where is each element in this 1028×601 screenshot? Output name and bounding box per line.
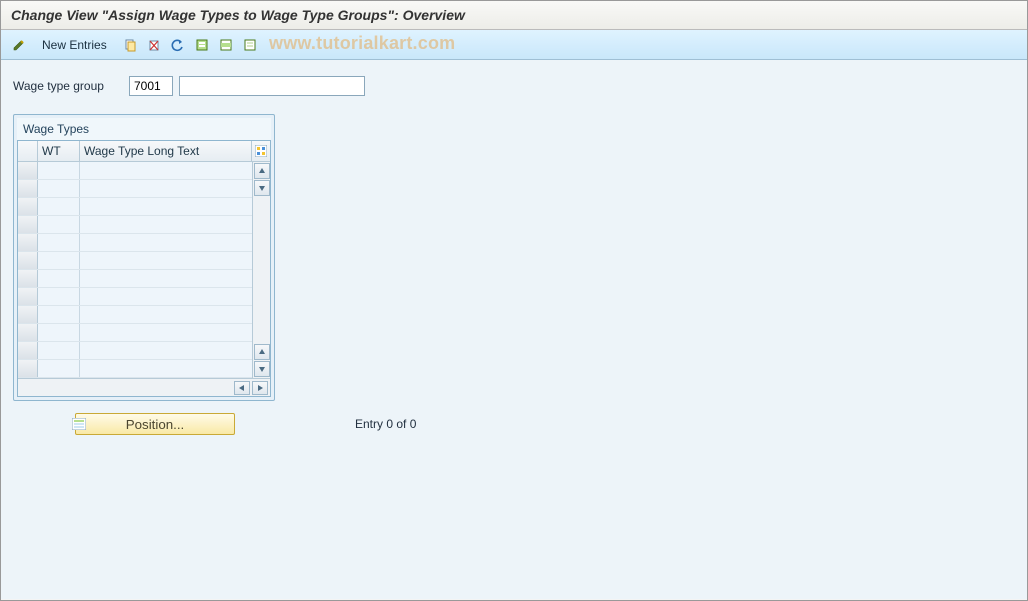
select-all-icon[interactable] xyxy=(192,35,212,55)
table-row[interactable] xyxy=(18,342,252,360)
toggle-display-change-icon[interactable] xyxy=(9,35,29,55)
scroll-down-small-icon[interactable] xyxy=(254,180,270,196)
table-row[interactable] xyxy=(18,252,252,270)
title-bar: Change View "Assign Wage Types to Wage T… xyxy=(1,1,1027,30)
horizontal-scrollbar[interactable] xyxy=(18,378,270,396)
table-row[interactable] xyxy=(18,288,252,306)
wage-types-panel: Wage Types WT Wage Type Long Text xyxy=(13,114,275,401)
table-row[interactable] xyxy=(18,324,252,342)
wage-types-panel-title: Wage Types xyxy=(17,118,271,140)
new-entries-button[interactable]: New Entries xyxy=(33,34,116,56)
wage-type-group-label: Wage type group xyxy=(13,79,123,93)
wage-type-group-row: Wage type group xyxy=(13,76,1015,96)
wage-type-group-desc-input[interactable] xyxy=(179,76,365,96)
delete-icon[interactable] xyxy=(144,35,164,55)
grid-column-wt[interactable]: WT xyxy=(38,141,80,161)
position-icon xyxy=(72,418,86,430)
scroll-up-small-icon[interactable] xyxy=(254,344,270,360)
grid-configure-icon[interactable] xyxy=(252,141,270,161)
grid-body xyxy=(18,162,252,378)
wage-types-grid: WT Wage Type Long Text xyxy=(17,140,271,397)
table-row[interactable] xyxy=(18,306,252,324)
table-row[interactable] xyxy=(18,234,252,252)
table-row[interactable] xyxy=(18,180,252,198)
table-row[interactable] xyxy=(18,270,252,288)
scroll-left-icon[interactable] xyxy=(234,381,250,395)
table-row[interactable] xyxy=(18,360,252,378)
scroll-up-icon[interactable] xyxy=(254,163,270,179)
grid-column-long-text[interactable]: Wage Type Long Text xyxy=(80,141,252,161)
page-title: Change View "Assign Wage Types to Wage T… xyxy=(11,7,1017,23)
undo-icon[interactable] xyxy=(168,35,188,55)
grid-header: WT Wage Type Long Text xyxy=(18,141,270,162)
table-row[interactable] xyxy=(18,216,252,234)
watermark: www.tutorialkart.com xyxy=(269,33,455,54)
entry-count-text: Entry 0 of 0 xyxy=(355,417,416,431)
copy-as-icon[interactable] xyxy=(120,35,140,55)
position-button[interactable]: Position... xyxy=(75,413,235,435)
vertical-scrollbar[interactable] xyxy=(252,162,270,378)
deselect-all-icon[interactable] xyxy=(240,35,260,55)
application-toolbar: New Entries www.tutorialkart.com xyxy=(1,30,1027,60)
table-row[interactable] xyxy=(18,198,252,216)
scroll-down-icon[interactable] xyxy=(254,361,270,377)
scroll-right-icon[interactable] xyxy=(252,381,268,395)
content-area: Wage type group Wage Types WT Wage Type … xyxy=(1,60,1027,599)
position-label: Position... xyxy=(126,417,185,432)
table-row[interactable] xyxy=(18,162,252,180)
footer-row: Position... Entry 0 of 0 xyxy=(75,413,1015,435)
select-block-icon[interactable] xyxy=(216,35,236,55)
wage-type-group-input[interactable] xyxy=(129,76,173,96)
grid-header-selector[interactable] xyxy=(18,141,38,161)
grid-body-wrap xyxy=(18,162,270,378)
